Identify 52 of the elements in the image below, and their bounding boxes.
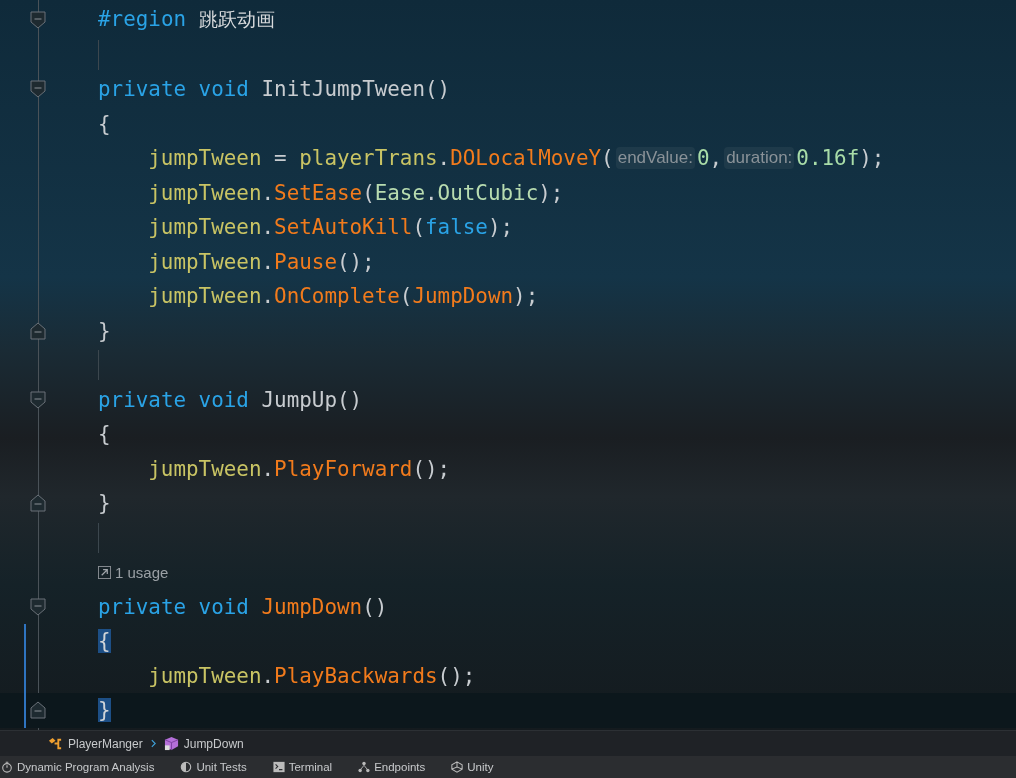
code-line: jumpTween.PlayBackwards(); [148,663,476,688]
code-line: } [98,318,111,343]
code-line: { [98,422,111,447]
tool-window-tab[interactable]: Dynamic Program Analysis [1,761,155,773]
terminal-icon [272,761,285,773]
code-text: 0.16f [796,146,860,171]
code-text: playerTrans [299,146,438,171]
matched-brace: } [98,698,111,723]
parameter-hint: duration: [724,147,795,170]
code-line: jumpTween.Pause(); [148,249,375,274]
code-line: jumpTween.SetEase(Ease.OutCubic); [148,180,564,205]
link-arrow-icon [98,565,111,579]
code-line: private void JumpDown() [98,594,388,619]
code-line: } [98,491,111,516]
code-line: { [98,111,111,136]
usage-count[interactable]: 1 usage [115,563,169,581]
parameter-hint: endValue: [615,147,695,170]
fold-icon[interactable] [30,11,46,29]
tool-window-tab[interactable]: Unity [451,761,494,773]
tool-window-tab[interactable]: Endpoints [358,761,426,773]
code-text: jumpTween [148,146,262,171]
cube-outline-icon [451,761,464,773]
code-text: 0 [697,146,710,171]
code-line: jumpTween.PlayForward(); [148,456,451,481]
fold-icon[interactable] [30,80,46,98]
code-line: jumpTween.OnComplete(JumpDown); [148,284,539,309]
nodes-icon [358,761,371,773]
breadcrumb-item[interactable]: PlayerManger [48,736,143,751]
fold-icon[interactable] [30,597,46,616]
tool-window-tab[interactable]: Terminal [272,761,333,773]
code-line: private void InitJumpTween() [98,77,451,102]
half-circle-icon [180,761,193,773]
cube-lock-icon [163,736,179,751]
tool-window-tab[interactable]: Unit Tests [180,761,247,773]
code-text: DOLocalMoveY [450,146,602,171]
code-line: jumpTween.SetAutoKill(false); [148,215,514,240]
matched-brace: { [98,629,111,654]
fold-icon[interactable] [30,494,46,512]
breadcrumb-item[interactable]: JumpDown [163,736,244,751]
code-line: #region 跳跃动画 [98,7,275,34]
fold-icon[interactable] [30,390,46,409]
code-text: = [273,146,288,171]
code-text: , [709,146,723,171]
code-line: private void JumpUp() [98,387,363,412]
chevron-icon [150,739,156,748]
fold-icon[interactable] [30,701,46,719]
code-text: . [437,146,451,171]
stopwatch-icon [1,761,13,773]
code-text: ( [601,146,614,171]
code-text: ); [859,146,885,171]
class-icon [48,736,63,751]
fold-icon[interactable] [30,321,46,340]
